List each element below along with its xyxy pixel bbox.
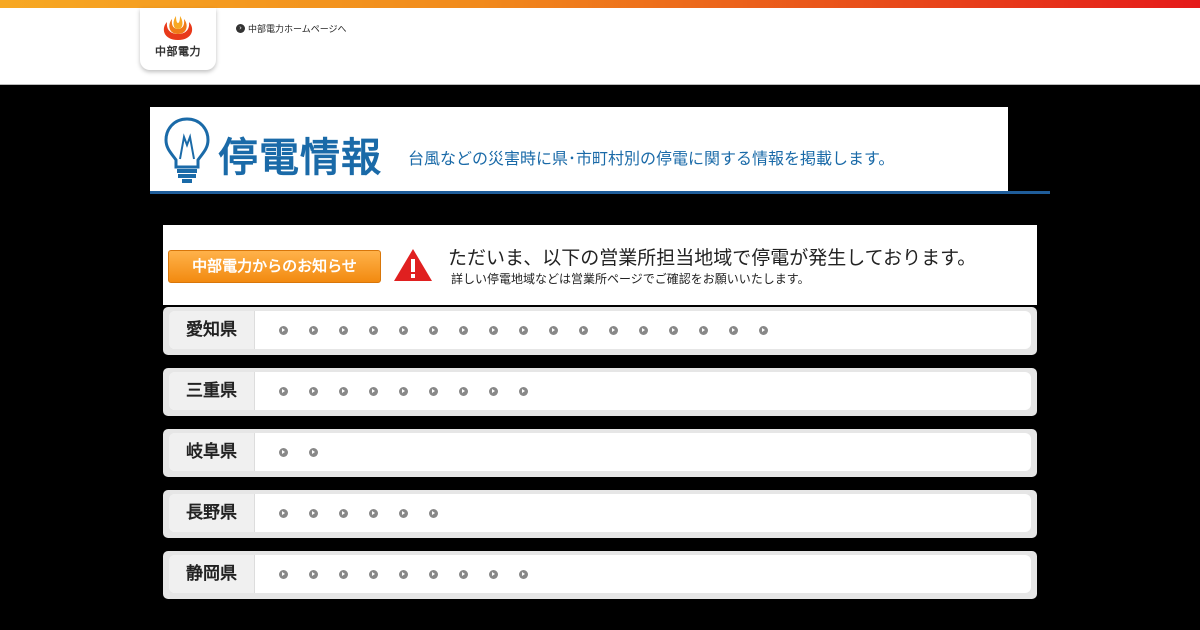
office-link-arrow-icon[interactable] (459, 386, 468, 396)
prefecture-row-body: 三重県 (169, 372, 1031, 410)
office-link-arrow-icon[interactable] (309, 386, 318, 396)
prefecture-row-body: 静岡県 (169, 555, 1031, 593)
office-link-arrow-icon[interactable] (369, 325, 378, 335)
page-title: 停電情報 (218, 135, 382, 181)
office-link-arrow-icon[interactable] (339, 569, 348, 579)
office-link-arrow-icon[interactable] (339, 325, 348, 335)
office-link-arrow-icon[interactable] (339, 508, 348, 518)
office-link-arrow-icon[interactable] (399, 508, 408, 518)
home-page-link[interactable]: › 中部電力ホームページへ (236, 22, 347, 35)
office-link-arrow-icon[interactable] (639, 325, 648, 335)
prefecture-row: 岐阜県 (163, 429, 1037, 477)
office-link-arrow-icon[interactable] (279, 569, 288, 579)
office-links (279, 433, 339, 471)
office-links (279, 311, 789, 349)
chubu-announcement-button[interactable]: 中部電力からのお知らせ (168, 250, 381, 283)
office-link-arrow-icon[interactable] (279, 447, 288, 457)
office-link-arrow-icon[interactable] (459, 325, 468, 335)
office-link-arrow-icon[interactable] (429, 569, 438, 579)
office-link-arrow-icon[interactable] (489, 386, 498, 396)
top-accent-bar (0, 0, 1200, 8)
prefecture-row: 静岡県 (163, 551, 1037, 599)
prefecture-name: 三重県 (169, 372, 255, 410)
prefecture-name: 静岡県 (169, 555, 255, 593)
notice-main-text: ただいま、以下の営業所担当地域で停電が発生しております。 (448, 247, 977, 269)
office-link-arrow-icon[interactable] (669, 325, 678, 335)
office-link-arrow-icon[interactable] (579, 325, 588, 335)
office-link-arrow-icon[interactable] (399, 386, 408, 396)
office-link-arrow-icon[interactable] (309, 447, 318, 457)
notice-sub-text: 詳しい停電地域などは営業所ページでご確認をお願いいたします。 (451, 272, 810, 286)
office-link-arrow-icon[interactable] (309, 508, 318, 518)
office-link-arrow-icon[interactable] (459, 569, 468, 579)
prefecture-name: 長野県 (169, 494, 255, 532)
light-bulb-icon (164, 117, 210, 183)
prefecture-name: 岐阜県 (169, 433, 255, 471)
office-link-arrow-icon[interactable] (759, 325, 768, 335)
prefecture-row-body: 愛知県 (169, 311, 1031, 349)
prefecture-name: 愛知県 (169, 311, 255, 349)
office-link-arrow-icon[interactable] (489, 569, 498, 579)
office-link-arrow-icon[interactable] (519, 386, 528, 396)
prefecture-row-body: 岐阜県 (169, 433, 1031, 471)
office-link-arrow-icon[interactable] (429, 325, 438, 335)
office-link-arrow-icon[interactable] (399, 569, 408, 579)
office-link-arrow-icon[interactable] (549, 325, 558, 335)
office-link-arrow-icon[interactable] (429, 508, 438, 518)
office-link-arrow-icon[interactable] (519, 325, 528, 335)
office-link-arrow-icon[interactable] (309, 569, 318, 579)
flame-logo-icon (163, 16, 193, 40)
office-link-arrow-icon[interactable] (609, 325, 618, 335)
office-link-arrow-icon[interactable] (339, 386, 348, 396)
office-link-arrow-icon[interactable] (729, 325, 738, 335)
office-link-arrow-icon[interactable] (699, 325, 708, 335)
office-link-arrow-icon[interactable] (279, 386, 288, 396)
site-header: 中部電力 › 中部電力ホームページへ (0, 8, 1200, 85)
office-link-arrow-icon[interactable] (279, 508, 288, 518)
logo-text: 中部電力 (155, 45, 201, 58)
banner-divider (150, 191, 1050, 194)
office-link-arrow-icon[interactable] (429, 386, 438, 396)
prefecture-row: 三重県 (163, 368, 1037, 416)
office-links (279, 372, 549, 410)
chubu-logo[interactable]: 中部電力 (140, 8, 216, 70)
home-link-label: 中部電力ホームページへ (248, 25, 347, 35)
office-link-arrow-icon[interactable] (489, 325, 498, 335)
office-link-arrow-icon[interactable] (279, 325, 288, 335)
office-link-arrow-icon[interactable] (369, 386, 378, 396)
office-link-arrow-icon[interactable] (309, 325, 318, 335)
warning-icon (394, 249, 432, 281)
prefecture-row: 愛知県 (163, 307, 1037, 355)
prefecture-row-body: 長野県 (169, 494, 1031, 532)
outage-info-banner: 停電情報 台風などの災害時に県･市町村別の停電に関する情報を掲載します。 (150, 107, 1008, 191)
office-link-arrow-icon[interactable] (369, 569, 378, 579)
office-link-arrow-icon[interactable] (399, 325, 408, 335)
office-link-arrow-icon[interactable] (519, 569, 528, 579)
office-links (279, 555, 549, 593)
office-link-arrow-icon[interactable] (369, 508, 378, 518)
arrow-right-circle-icon: › (236, 24, 245, 33)
office-links (279, 494, 459, 532)
notice-panel: 中部電力からのお知らせ ただいま、以下の営業所担当地域で停電が発生しております。… (163, 225, 1037, 305)
prefecture-row: 長野県 (163, 490, 1037, 538)
page-subtitle: 台風などの災害時に県･市町村別の停電に関する情報を掲載します。 (408, 149, 895, 168)
